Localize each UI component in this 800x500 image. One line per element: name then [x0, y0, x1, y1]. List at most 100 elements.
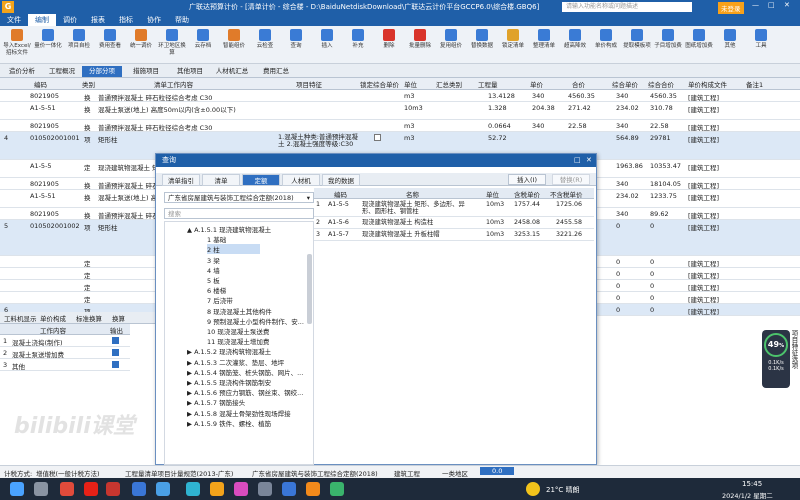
- work-row[interactable]: 3 其他: [0, 359, 130, 371]
- app-logo[interactable]: G: [2, 1, 14, 13]
- tree-item-11[interactable]: 11 现浇混凝土增加费: [207, 336, 269, 346]
- tree-item-16[interactable]: ▶ A.1.5.6 预应力钢筋、钢丝束、钢绞...: [187, 387, 303, 397]
- bottom-tab-0[interactable]: 工料机显示: [4, 313, 37, 323]
- work-row[interactable]: 2 混凝土泵送增加费: [0, 347, 130, 359]
- app-icon-wps[interactable]: [106, 482, 120, 496]
- windows-start-icon[interactable]: [10, 482, 24, 496]
- menu-item-1[interactable]: 编制: [28, 14, 56, 26]
- tree-item-14[interactable]: ▶ A.1.5.4 钢筋笼、桩头钢筋、网片、...: [187, 367, 303, 377]
- close-button[interactable]: ✕: [784, 1, 790, 9]
- table-row[interactable]: 8021905 换普通预拌混凝土 碎石粒径综合考虑 C30 m3 13.4128 340…: [0, 90, 800, 102]
- menu-item-5[interactable]: 协作: [140, 14, 168, 26]
- tree-item-2[interactable]: 2 柱: [207, 244, 260, 255]
- menu-item-0[interactable]: 文件: [0, 14, 28, 26]
- tree-item-3[interactable]: 3 梁: [207, 255, 220, 265]
- ribbon-button-0[interactable]: 导入Excel/招标文件: [1, 28, 33, 57]
- table-row[interactable]: A1-5-51 换混凝土泵送(地上) 高度50m以内(含±0.00以下) 10m3 1…: [0, 102, 800, 120]
- ribbon-button-5[interactable]: 环卫地区换算: [156, 28, 188, 57]
- tree-scrollbar[interactable]: [307, 254, 312, 324]
- bottom-tab-2[interactable]: 标准换算: [76, 313, 102, 323]
- ribbon-button-12[interactable]: 删除: [373, 28, 405, 50]
- ribbon-button-21[interactable]: 子目增加费: [652, 28, 684, 50]
- output-checkbox[interactable]: [112, 361, 119, 368]
- feature-options-label[interactable]: 项目特征选项: [790, 330, 799, 369]
- app-icon-yellow[interactable]: [210, 482, 224, 496]
- view-tab-2[interactable]: 分部分项: [82, 66, 122, 77]
- app-icon-gray[interactable]: [258, 482, 272, 496]
- ribbon-button-24[interactable]: 工具: [745, 28, 777, 50]
- ribbon-button-8[interactable]: 云检查: [249, 28, 281, 50]
- tree-item-15[interactable]: ▶ A.1.5.5 现浇构件钢筋制安: [187, 377, 271, 387]
- tree-item-0[interactable]: ▲ A.1.5.1 现浇建筑物混凝土: [187, 224, 271, 234]
- library-select[interactable]: 广东省房屋建筑与装饰工程综合定额(2018) ▾: [164, 192, 314, 203]
- view-tab-1[interactable]: 工程概况: [42, 66, 82, 77]
- result-row[interactable]: 3 A1-5-7 现浇建筑物混凝土 升板柱帽 10m3 3253.15 3221.26: [314, 229, 594, 241]
- status-badge[interactable]: 0.0: [480, 467, 515, 475]
- ribbon-button-10[interactable]: 插入: [311, 28, 343, 50]
- ribbon-button-13[interactable]: 批量删除: [404, 28, 436, 50]
- tree-item-8[interactable]: 8 现浇混凝土其他构件: [207, 306, 272, 316]
- search-icon[interactable]: [34, 482, 48, 496]
- tree-item-19[interactable]: ▶ A.1.5.9 铁件、螺栓、植筋: [187, 418, 271, 428]
- menu-item-6[interactable]: 帮助: [168, 14, 196, 26]
- work-row[interactable]: 1 混凝土浇捣(制作): [0, 335, 130, 347]
- ribbon-button-18[interactable]: 超高降效: [559, 28, 591, 50]
- dialog-tab-4[interactable]: 我的数据: [322, 174, 360, 186]
- result-row[interactable]: 1 A1-5-5 现浇建筑物混凝土 矩形、多边形、异形、圆形柱、钢管柱 10m3 175…: [314, 199, 594, 217]
- ribbon-button-1[interactable]: 量价一体化: [32, 28, 64, 50]
- clock-time[interactable]: 15:45: [742, 480, 762, 488]
- dialog-tab-2[interactable]: 定额: [242, 174, 280, 186]
- dialog-restore-icon[interactable]: □: [574, 154, 581, 167]
- dialog-close-icon[interactable]: ✕: [586, 154, 592, 167]
- minimize-button[interactable]: —: [752, 1, 759, 9]
- ribbon-button-17[interactable]: 整理清单: [528, 28, 560, 50]
- menu-item-2[interactable]: 调价: [56, 14, 84, 26]
- ribbon-button-16[interactable]: 锁定清单: [497, 28, 529, 50]
- tree-item-7[interactable]: 7 后浇带: [207, 295, 233, 305]
- app-icon-cyan[interactable]: [186, 482, 200, 496]
- tree-item-18[interactable]: ▶ A.1.5.8 混凝土骨架劲性现场焊接: [187, 408, 291, 418]
- replace-button[interactable]: 替换(R): [552, 174, 590, 185]
- dialog-tab-0[interactable]: 清单指引: [162, 174, 200, 186]
- tree-item-13[interactable]: ▶ A.1.5.3 二次灌浆、垫层、地坪: [187, 357, 284, 367]
- dialog-tab-3[interactable]: 人材机: [282, 174, 320, 186]
- app-icon-red[interactable]: [60, 482, 74, 496]
- app-icon-green[interactable]: [330, 482, 344, 496]
- view-tab-3[interactable]: 措施项目: [126, 66, 166, 77]
- view-tab-6[interactable]: 费用汇总: [256, 66, 296, 77]
- tree-search-input[interactable]: 搜索: [164, 208, 314, 219]
- menu-item-4[interactable]: 指标: [112, 14, 140, 26]
- result-row[interactable]: 2 A1-5-6 现浇建筑物混凝土 构造柱 10m3 2458.08 2455.58: [314, 217, 594, 229]
- ribbon-button-14[interactable]: 复用组价: [435, 28, 467, 50]
- ribbon-button-7[interactable]: 智能组价: [218, 28, 250, 50]
- tree-item-6[interactable]: 6 楼梯: [207, 285, 226, 295]
- tree-item-10[interactable]: 10 现浇混凝土泵送费: [207, 326, 269, 336]
- ribbon-button-2[interactable]: 项目自检: [63, 28, 95, 50]
- ribbon-button-3[interactable]: 费用查看: [94, 28, 126, 50]
- ribbon-button-23[interactable]: 其他: [714, 28, 746, 50]
- app-icon-blue2[interactable]: [282, 482, 296, 496]
- output-checkbox[interactable]: [112, 337, 119, 344]
- lock-checkbox[interactable]: [374, 134, 381, 141]
- bottom-tab-1[interactable]: 单价构成: [40, 313, 66, 323]
- help-search-input[interactable]: 请输入功能名称或问题描述: [562, 2, 692, 12]
- ribbon-button-11[interactable]: 补充: [342, 28, 374, 50]
- app-icon-bili[interactable]: [156, 482, 170, 496]
- table-row[interactable]: 8021905 换普通预拌混凝土 碎石粒径综合考虑 C30 m3 0.0664 340 2…: [0, 120, 800, 132]
- ribbon-button-9[interactable]: 查询: [280, 28, 312, 50]
- ribbon-button-20[interactable]: 提取模板项: [621, 28, 653, 50]
- bottom-tab-3[interactable]: 换算: [112, 313, 125, 323]
- login-button[interactable]: 未登录: [718, 2, 744, 14]
- view-tab-5[interactable]: 人材机汇总: [212, 66, 252, 77]
- tree-item-5[interactable]: 5 板: [207, 275, 220, 285]
- weather-text[interactable]: 21°C 晴朗: [546, 485, 580, 495]
- tree-item-1[interactable]: 1 基础: [207, 234, 226, 244]
- maximize-button[interactable]: □: [768, 1, 775, 9]
- output-checkbox[interactable]: [112, 349, 119, 356]
- view-tab-4[interactable]: 其他项目: [170, 66, 210, 77]
- tree-item-9[interactable]: 9 预制混凝土小型构件制作、安...: [207, 316, 304, 326]
- ribbon-button-6[interactable]: 云存档: [187, 28, 219, 50]
- app-icon-orange[interactable]: [306, 482, 320, 496]
- clock-date[interactable]: 2024/1/2 星期二: [722, 490, 773, 500]
- dialog-tab-1[interactable]: 清单: [202, 174, 240, 186]
